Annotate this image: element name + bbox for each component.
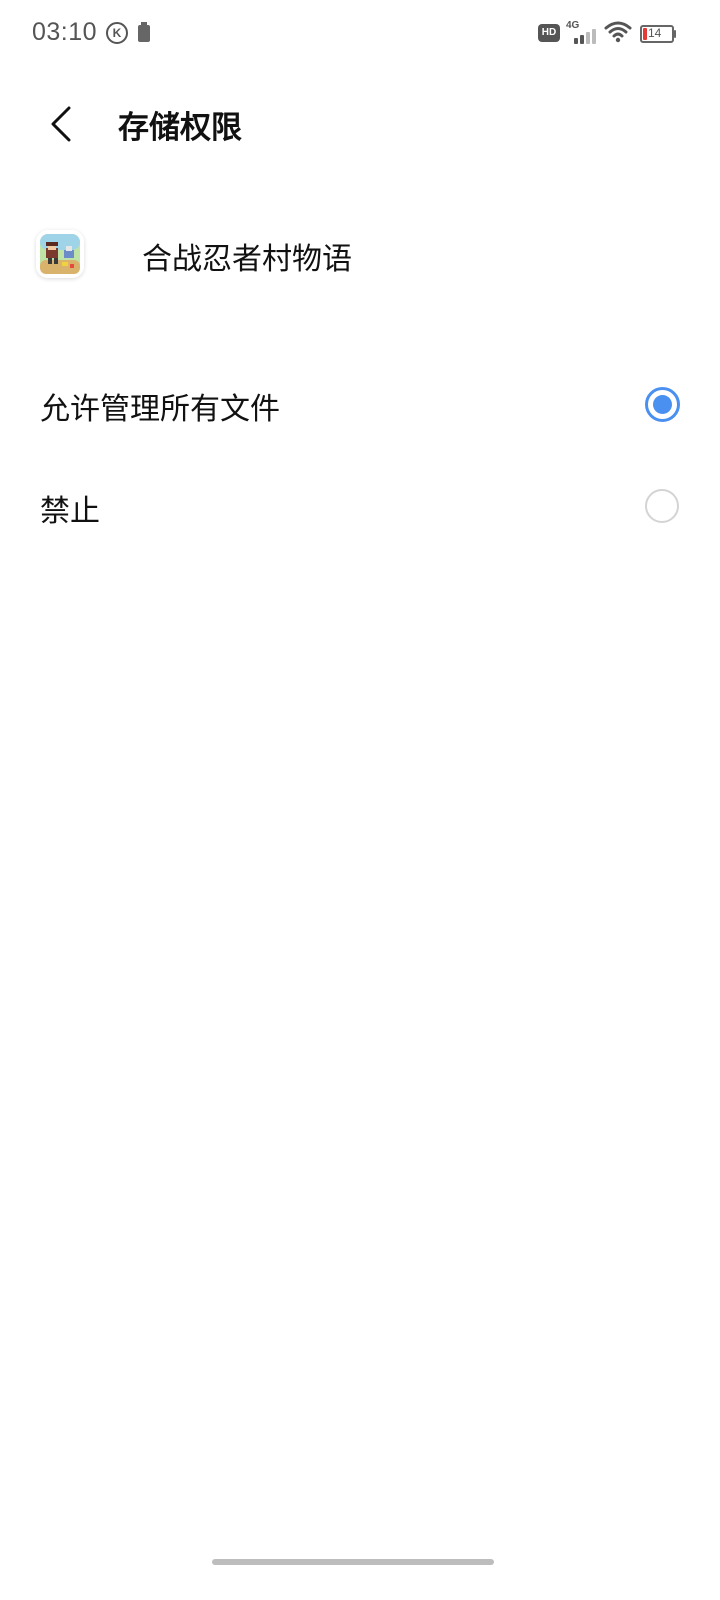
game-app-icon — [36, 230, 84, 278]
option-allow-all-files[interactable]: 允许管理所有文件 — [0, 354, 720, 454]
option-label: 允许管理所有文件 — [40, 392, 280, 427]
status-bar: 03:10 K HD 4G 14 — [0, 0, 720, 68]
radio-allow-all-files[interactable] — [645, 387, 680, 422]
hd-icon: HD — [538, 24, 560, 42]
wifi-icon — [604, 20, 632, 44]
status-time: 03:10 — [32, 18, 98, 46]
app-name: 合战忍者村物语 — [142, 242, 352, 277]
option-deny[interactable]: 禁止 — [0, 456, 720, 556]
back-button[interactable] — [36, 96, 92, 152]
option-label: 禁止 — [40, 494, 100, 529]
page-title: 存储权限 — [118, 110, 242, 146]
battery-saver-icon — [138, 22, 150, 42]
home-indicator[interactable] — [212, 1559, 494, 1565]
battery-level: 14 — [648, 26, 662, 40]
header: 存储权限 — [0, 80, 720, 170]
radio-deny[interactable] — [645, 489, 679, 523]
battery-icon: 14 — [640, 25, 676, 43]
signal-4g-icon: 4G — [566, 20, 600, 46]
network-type-label: 4G — [566, 20, 580, 31]
k-circle-icon: K — [106, 22, 128, 44]
app-info-row: 合战忍者村物语 — [0, 220, 720, 300]
chevron-left-icon — [51, 106, 71, 142]
